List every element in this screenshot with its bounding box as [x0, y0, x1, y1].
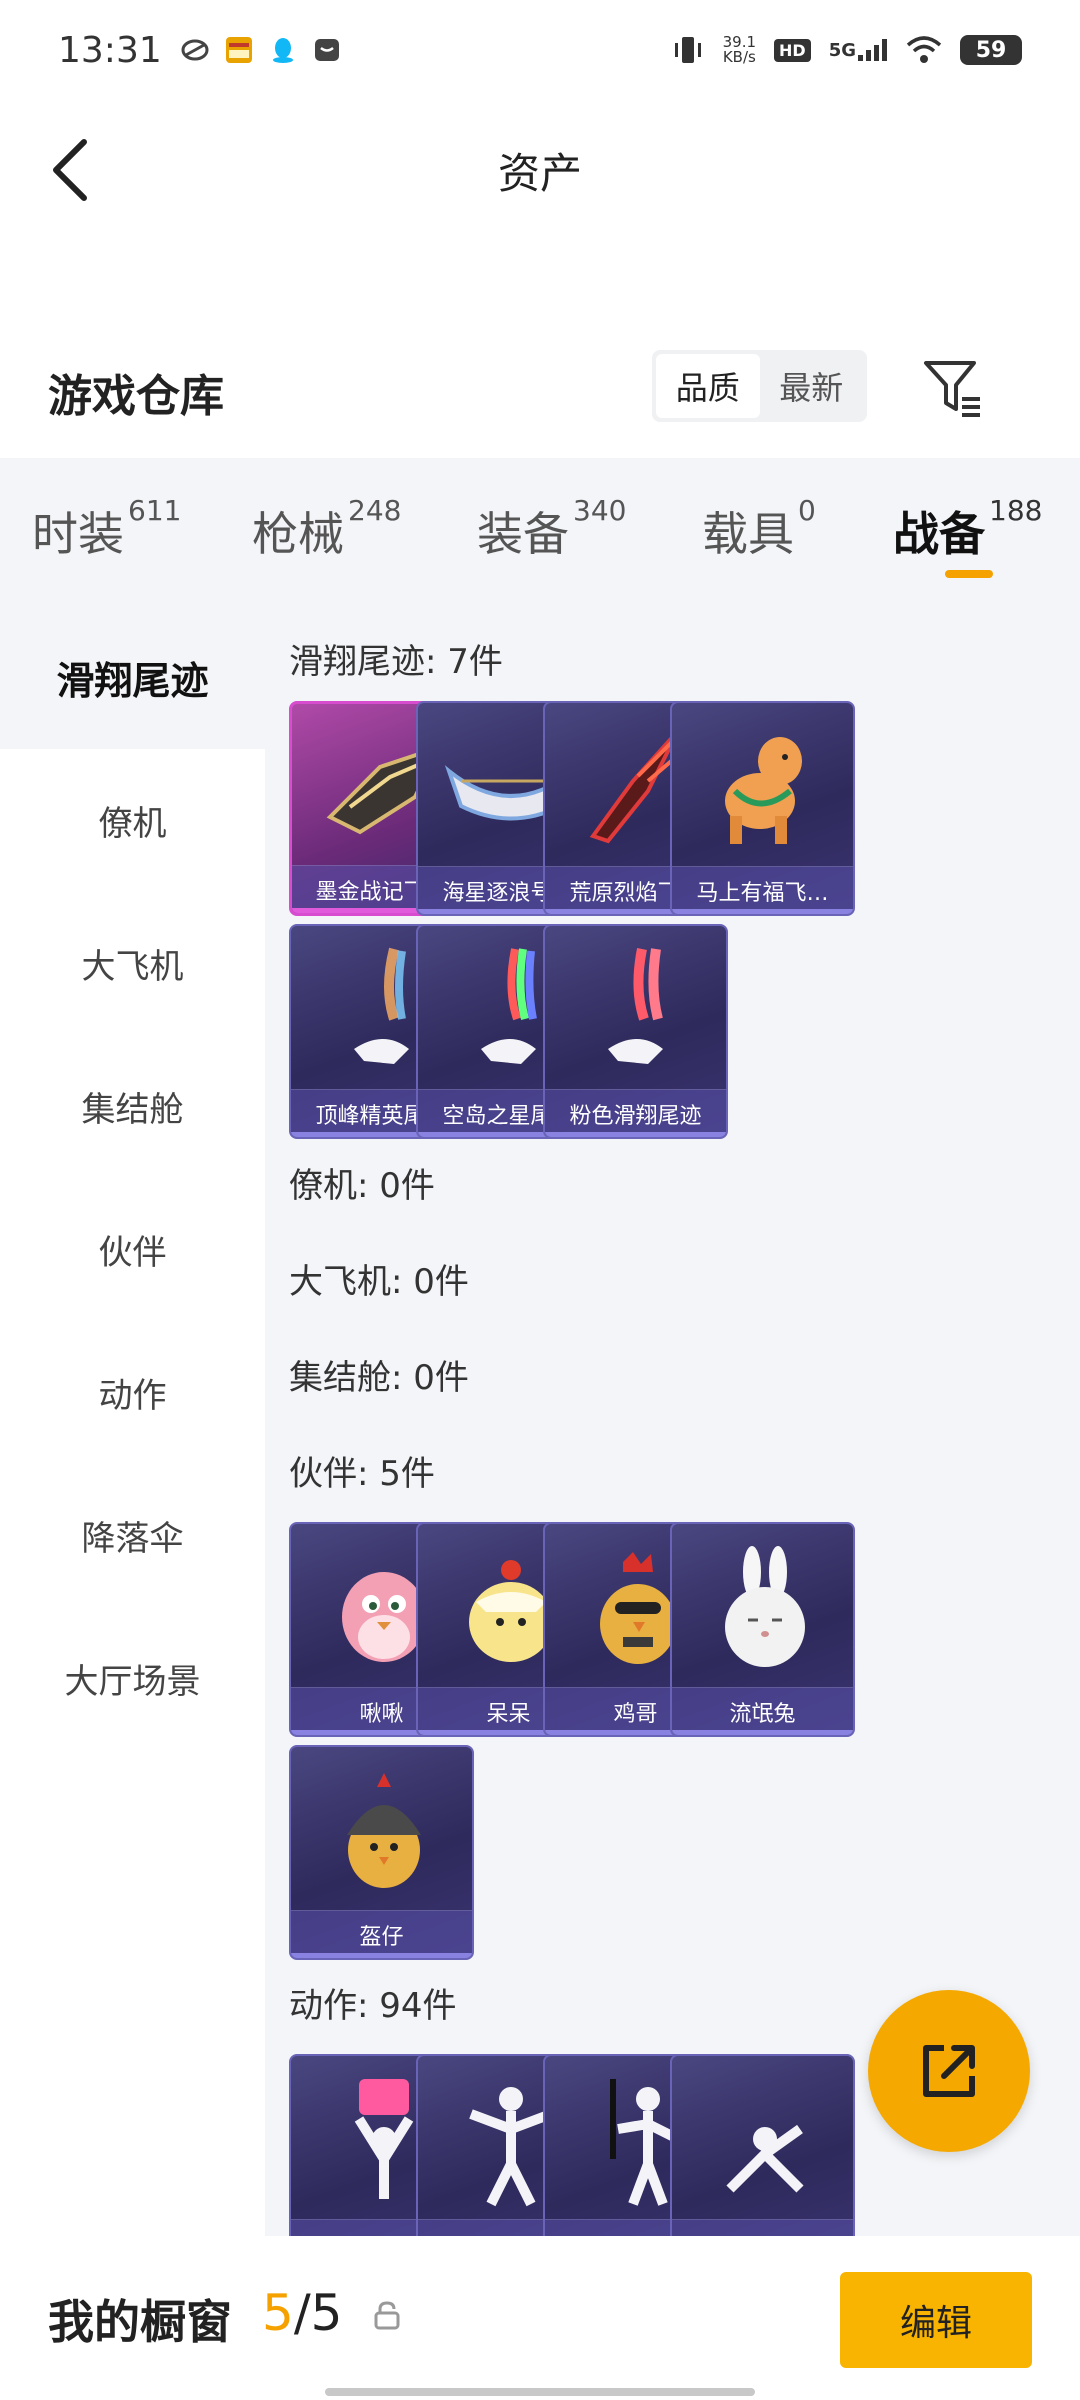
tab-label: 装备 — [477, 507, 569, 561]
showcase-total: 5 — [310, 2284, 343, 2342]
showcase-current: 5 — [262, 2284, 294, 2342]
item-name: 马上有福飞… — [672, 866, 853, 914]
item-name: 流氓兔 — [672, 1687, 853, 1735]
item-card[interactable]: 粉色滑翔尾迹 — [543, 924, 728, 1139]
section-title-big-plane: 大飞机: 0件 — [289, 1262, 469, 1302]
sidebar-item-emote[interactable]: 动作 — [0, 1321, 265, 1464]
warehouse-title: 游戏仓库 — [48, 371, 224, 422]
tab-count: 340 — [573, 494, 627, 527]
network-type: 5G — [829, 39, 888, 61]
tab-firearms[interactable]: 枪械 248 — [252, 494, 401, 564]
wifi-icon — [906, 36, 942, 63]
app-notification-icon — [181, 39, 209, 61]
showcase-label: 我的橱窗 — [48, 2295, 232, 2349]
card-rarity-bar — [672, 909, 853, 914]
item-card[interactable]: 马上有福飞… — [670, 701, 855, 916]
net-speed: 39.1 KB/s — [723, 35, 756, 65]
rabbit-icon — [672, 1524, 853, 1689]
section-title-wingman: 僚机: 0件 — [289, 1166, 435, 1206]
page-title: 资产 — [497, 149, 582, 198]
tab-label: 战备 — [893, 507, 985, 561]
item-card[interactable]: 流氓兔 — [670, 1522, 855, 1737]
filter-icon — [924, 361, 980, 417]
card-rarity-bar — [291, 1953, 472, 1958]
active-tab-indicator — [945, 570, 993, 578]
section-title-glide-trail: 滑翔尾迹: 7件 — [289, 642, 503, 682]
sort-toggle: 品质 最新 — [652, 350, 867, 422]
sidebar-item-parachute[interactable]: 降落伞 — [0, 1464, 265, 1607]
helmet-chick-icon — [291, 1747, 472, 1912]
emote-figure-icon — [672, 2056, 853, 2221]
share-button[interactable] — [868, 1990, 1030, 2152]
message-icon — [314, 39, 339, 61]
net-speed-unit: KB/s — [722, 48, 756, 66]
share-icon — [923, 2045, 975, 2097]
sidebar-item-assembly-pod[interactable]: 集结舱 — [0, 1035, 265, 1178]
notification-icons — [180, 35, 342, 65]
trail-art-icon — [545, 926, 726, 1091]
tab-count: 248 — [348, 494, 402, 527]
horse-glider-icon — [672, 703, 853, 868]
sidebar-item-wingman[interactable]: 僚机 — [0, 749, 265, 892]
status-bar: 13:31 39.1 KB/s HD 5G 59 — [0, 0, 1080, 100]
section-title-companion: 伙伴: 5件 — [289, 1454, 435, 1494]
sidebar: 滑翔尾迹 僚机 大飞机 集结舱 伙伴 动作 降落伞 大厅场景 — [0, 606, 265, 2236]
item-card[interactable] — [670, 2054, 855, 2236]
tab-fashion[interactable]: 时装 611 — [32, 494, 181, 564]
sidebar-item-glide-trail[interactable]: 滑翔尾迹 — [0, 606, 265, 749]
edit-button[interactable]: 编辑 — [840, 2272, 1032, 2368]
lock-icon[interactable] — [373, 2300, 401, 2330]
tab-count: 188 — [989, 494, 1043, 527]
card-rarity-bar — [545, 1132, 726, 1137]
battery-level: 59 — [975, 37, 1007, 63]
game-notification-icon — [225, 37, 252, 63]
category-tabs: 时装 611 枪械 248 装备 340 载具 0 战备 188 — [0, 458, 1080, 606]
header: 资产 — [0, 100, 1080, 235]
sort-newest-button[interactable]: 最新 — [760, 354, 864, 418]
battery-icon: 59 — [960, 35, 1022, 65]
card-rarity-bar — [672, 1730, 853, 1735]
tab-label: 枪械 — [252, 507, 344, 561]
sort-quality-button[interactable]: 品质 — [656, 354, 760, 418]
status-time: 13:31 — [58, 29, 162, 71]
tab-count: 611 — [128, 494, 182, 527]
showcase-count: 5/5 — [262, 2284, 342, 2342]
sidebar-item-big-plane[interactable]: 大飞机 — [0, 892, 265, 1035]
item-card[interactable]: 盔仔 — [289, 1745, 474, 1960]
sidebar-item-lobby-scene[interactable]: 大厅场景 — [0, 1607, 265, 1750]
section-title-emote: 动作: 94件 — [289, 1986, 457, 2026]
signal-icon — [858, 39, 887, 61]
hd-badge: HD — [774, 38, 811, 62]
warehouse-row: 游戏仓库 品质 最新 — [0, 330, 1080, 450]
tab-readiness[interactable]: 战备 188 — [893, 494, 1042, 564]
tab-label: 载具 — [702, 507, 794, 561]
qq-icon — [272, 38, 293, 63]
tab-count: 0 — [798, 494, 816, 527]
item-name — [672, 2219, 853, 2236]
showcase-sep: / — [293, 2284, 311, 2342]
item-name: 盔仔 — [291, 1910, 472, 1958]
sidebar-item-companion[interactable]: 伙伴 — [0, 1178, 265, 1321]
tab-equipment[interactable]: 装备 340 — [477, 494, 626, 564]
network-label: 5G — [828, 40, 856, 61]
item-name: 粉色滑翔尾迹 — [545, 1089, 726, 1137]
status-right: 39.1 KB/s HD 5G 59 — [671, 33, 1022, 67]
tab-vehicles[interactable]: 载具 0 — [702, 494, 816, 564]
section-title-assembly-pod: 集结舱: 0件 — [289, 1358, 469, 1398]
tab-label: 时装 — [32, 507, 124, 561]
filter-button[interactable] — [920, 355, 986, 421]
home-indicator — [325, 2388, 755, 2396]
vibrate-icon — [674, 37, 701, 63]
bottom-bar: 我的橱窗 5/5 编辑 — [0, 2236, 1080, 2400]
